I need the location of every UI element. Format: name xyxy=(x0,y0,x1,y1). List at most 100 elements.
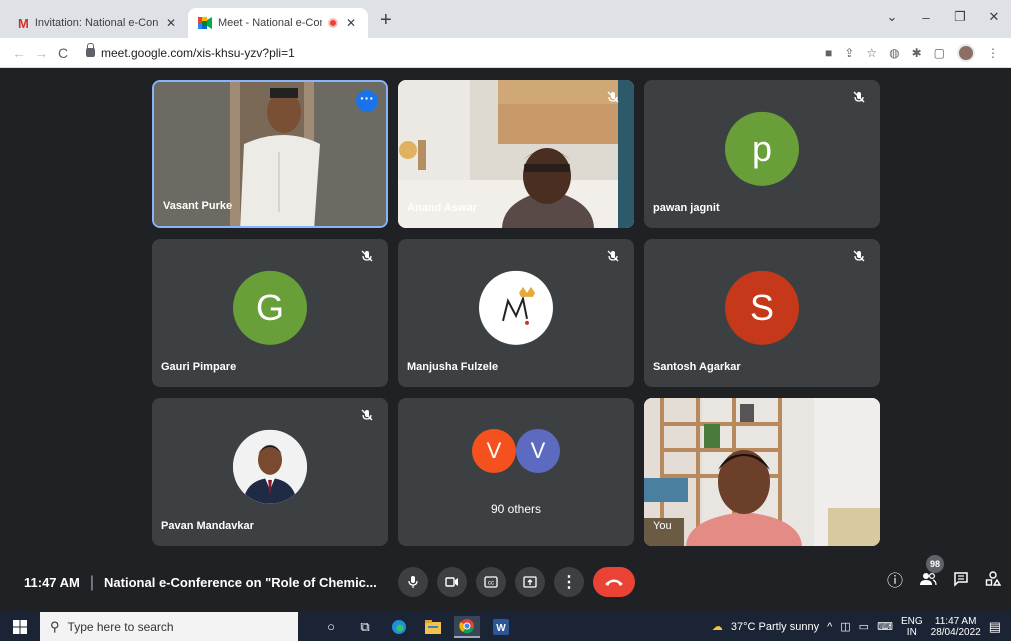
participant-tile[interactable]: Manjusha Fulzele xyxy=(398,239,634,387)
recording-icon xyxy=(328,18,338,28)
toolbar-icons: ■ ⇪ ☆ ◍ ✱ ▢ ⋮ xyxy=(825,43,1003,62)
taskbar-search[interactable]: ⚲ Type here to search xyxy=(40,612,298,641)
participant-tile[interactable]: G Gauri Pimpare xyxy=(152,239,388,387)
participant-name: Gauri Pimpare xyxy=(161,361,237,373)
reload-icon[interactable]: C xyxy=(52,45,74,61)
participant-avatar: V xyxy=(472,429,516,473)
chrome-icon[interactable] xyxy=(454,615,480,638)
tab-search-icon[interactable]: ⌄ xyxy=(875,9,909,25)
clock-time: 11:47 AM xyxy=(934,615,977,627)
meeting-details-icon[interactable]: ⓘ xyxy=(887,567,903,591)
battery-icon[interactable]: ▭ xyxy=(859,620,869,633)
network-icon[interactable]: ◫ xyxy=(840,620,850,633)
hang-up-icon xyxy=(605,579,623,586)
self-video xyxy=(644,398,880,546)
participant-name: Santosh Agarkar xyxy=(653,361,741,373)
tab-title: Meet - National e-Conferenc xyxy=(218,17,322,29)
participant-avatar: S xyxy=(725,270,799,345)
new-tab-button[interactable]: + xyxy=(368,9,404,38)
more-options-button[interactable]: ··· xyxy=(356,90,378,112)
cortana-icon[interactable]: ○ xyxy=(318,616,344,638)
participant-name: Manjusha Fulzele xyxy=(407,361,499,373)
participant-tile[interactable]: Pavan Mandavkar xyxy=(152,398,388,546)
mic-icon xyxy=(408,576,418,588)
participant-name: Pavan Mandavkar xyxy=(161,520,254,532)
captions-icon: cc xyxy=(484,576,498,588)
meeting-title: National e-Conference on "Role of Chemic… xyxy=(104,575,377,590)
participant-tile[interactable]: ··· Vasant Purke xyxy=(152,80,388,228)
back-icon[interactable]: ← xyxy=(8,45,30,61)
mic-button[interactable] xyxy=(398,567,428,597)
tab-gmail[interactable]: M Invitation: National e-Conference ✕ xyxy=(8,8,188,38)
meet-icon xyxy=(198,17,212,29)
meeting-time: 11:47 AM xyxy=(24,575,80,590)
menu-kebab-icon[interactable]: ⋮ xyxy=(987,46,999,60)
more-options-button[interactable]: ⋮ xyxy=(554,567,584,597)
camera-button[interactable] xyxy=(437,567,467,597)
lang-bottom: IN xyxy=(906,626,917,638)
file-explorer-icon[interactable] xyxy=(420,616,446,638)
lock-icon[interactable] xyxy=(86,43,95,57)
muted-mic-icon xyxy=(853,250,865,262)
call-controls: cc ⋮ xyxy=(398,567,635,597)
task-view-icon[interactable]: ⧉ xyxy=(352,616,378,638)
others-tile[interactable]: V V 90 others xyxy=(398,398,634,546)
close-tab-icon[interactable]: ✕ xyxy=(164,16,178,30)
notifications-icon[interactable]: ▤ xyxy=(989,619,1001,635)
participant-tile[interactable]: Anand Aswar xyxy=(398,80,634,228)
kebab-icon: ⋮ xyxy=(561,574,577,591)
self-view-tile[interactable]: You xyxy=(644,398,880,546)
present-icon xyxy=(523,576,537,588)
participant-name: Vasant Purke xyxy=(163,200,233,212)
muted-mic-icon xyxy=(607,250,619,262)
close-tab-icon[interactable]: ✕ xyxy=(344,16,358,30)
separator: | xyxy=(89,573,95,591)
svg-text:cc: cc xyxy=(488,581,494,587)
participant-avatar: V xyxy=(516,429,560,473)
muted-mic-icon xyxy=(853,91,865,103)
muted-mic-icon xyxy=(361,409,373,421)
side-panel-icon[interactable]: ▢ xyxy=(934,46,945,60)
extensions-puzzle-icon[interactable]: ✱ xyxy=(912,46,922,60)
language-indicator[interactable]: ENG IN xyxy=(901,616,923,638)
captions-button[interactable]: cc xyxy=(476,567,506,597)
windows-taskbar: ⚲ Type here to search ○ ⧉ W ☁ 37°C Partl… xyxy=(0,612,1011,641)
start-button[interactable] xyxy=(0,619,40,634)
people-icon[interactable] xyxy=(919,572,937,586)
profile-avatar[interactable] xyxy=(957,43,975,62)
system-tray: ☁ 37°C Partly sunny ^ ◫ ▭ ⌨ ENG IN 11:47… xyxy=(712,612,1011,641)
browser-tab-strip: M Invitation: National e-Conference ✕ Me… xyxy=(0,0,1011,38)
share-icon[interactable]: ⇪ xyxy=(844,46,854,60)
url-text: meet.google.com/xis-khsu-yzv?pli=1 xyxy=(101,45,295,60)
gmail-icon: M xyxy=(18,15,29,31)
close-window-icon[interactable]: ✕ xyxy=(977,9,1011,25)
restore-icon[interactable]: ❐ xyxy=(943,9,977,25)
weather-icon: ☁ xyxy=(711,621,723,633)
svg-text:W: W xyxy=(496,623,506,634)
bookmark-star-icon[interactable]: ☆ xyxy=(866,46,877,60)
participant-logo-avatar xyxy=(479,270,553,345)
forward-icon[interactable]: → xyxy=(30,45,52,61)
minimize-icon[interactable]: – xyxy=(909,10,943,25)
leave-call-button[interactable] xyxy=(593,567,635,597)
chat-icon[interactable] xyxy=(953,571,969,587)
activities-icon[interactable] xyxy=(985,571,1001,587)
participant-tile[interactable]: S Santosh Agarkar xyxy=(644,239,880,387)
url-field[interactable]: meet.google.com/xis-khsu-yzv?pli=1 xyxy=(80,41,825,65)
camera-icon xyxy=(445,577,458,587)
camera-icon[interactable]: ■ xyxy=(825,46,832,60)
extension-icon[interactable]: ◍ xyxy=(889,46,899,60)
weather-text[interactable]: 37°C Partly sunny xyxy=(731,621,819,633)
word-icon[interactable]: W xyxy=(488,616,514,638)
keyboard-icon[interactable]: ⌨ xyxy=(877,620,893,633)
others-count: 90 others xyxy=(490,502,542,516)
chevron-up-icon[interactable]: ^ xyxy=(827,621,832,633)
tab-meet[interactable]: Meet - National e-Conferenc ✕ xyxy=(188,8,368,38)
window-controls: ⌄ – ❐ ✕ xyxy=(875,0,1011,34)
clock[interactable]: 11:47 AM 28/04/2022 xyxy=(931,616,981,638)
present-button[interactable] xyxy=(515,567,545,597)
lang-top: ENG xyxy=(900,615,923,627)
meet-stage: ··· Vasant Purke Anand Aswar p pawan jag… xyxy=(0,68,1011,610)
edge-icon[interactable] xyxy=(386,616,412,638)
participant-tile[interactable]: p pawan jagnit xyxy=(644,80,880,228)
